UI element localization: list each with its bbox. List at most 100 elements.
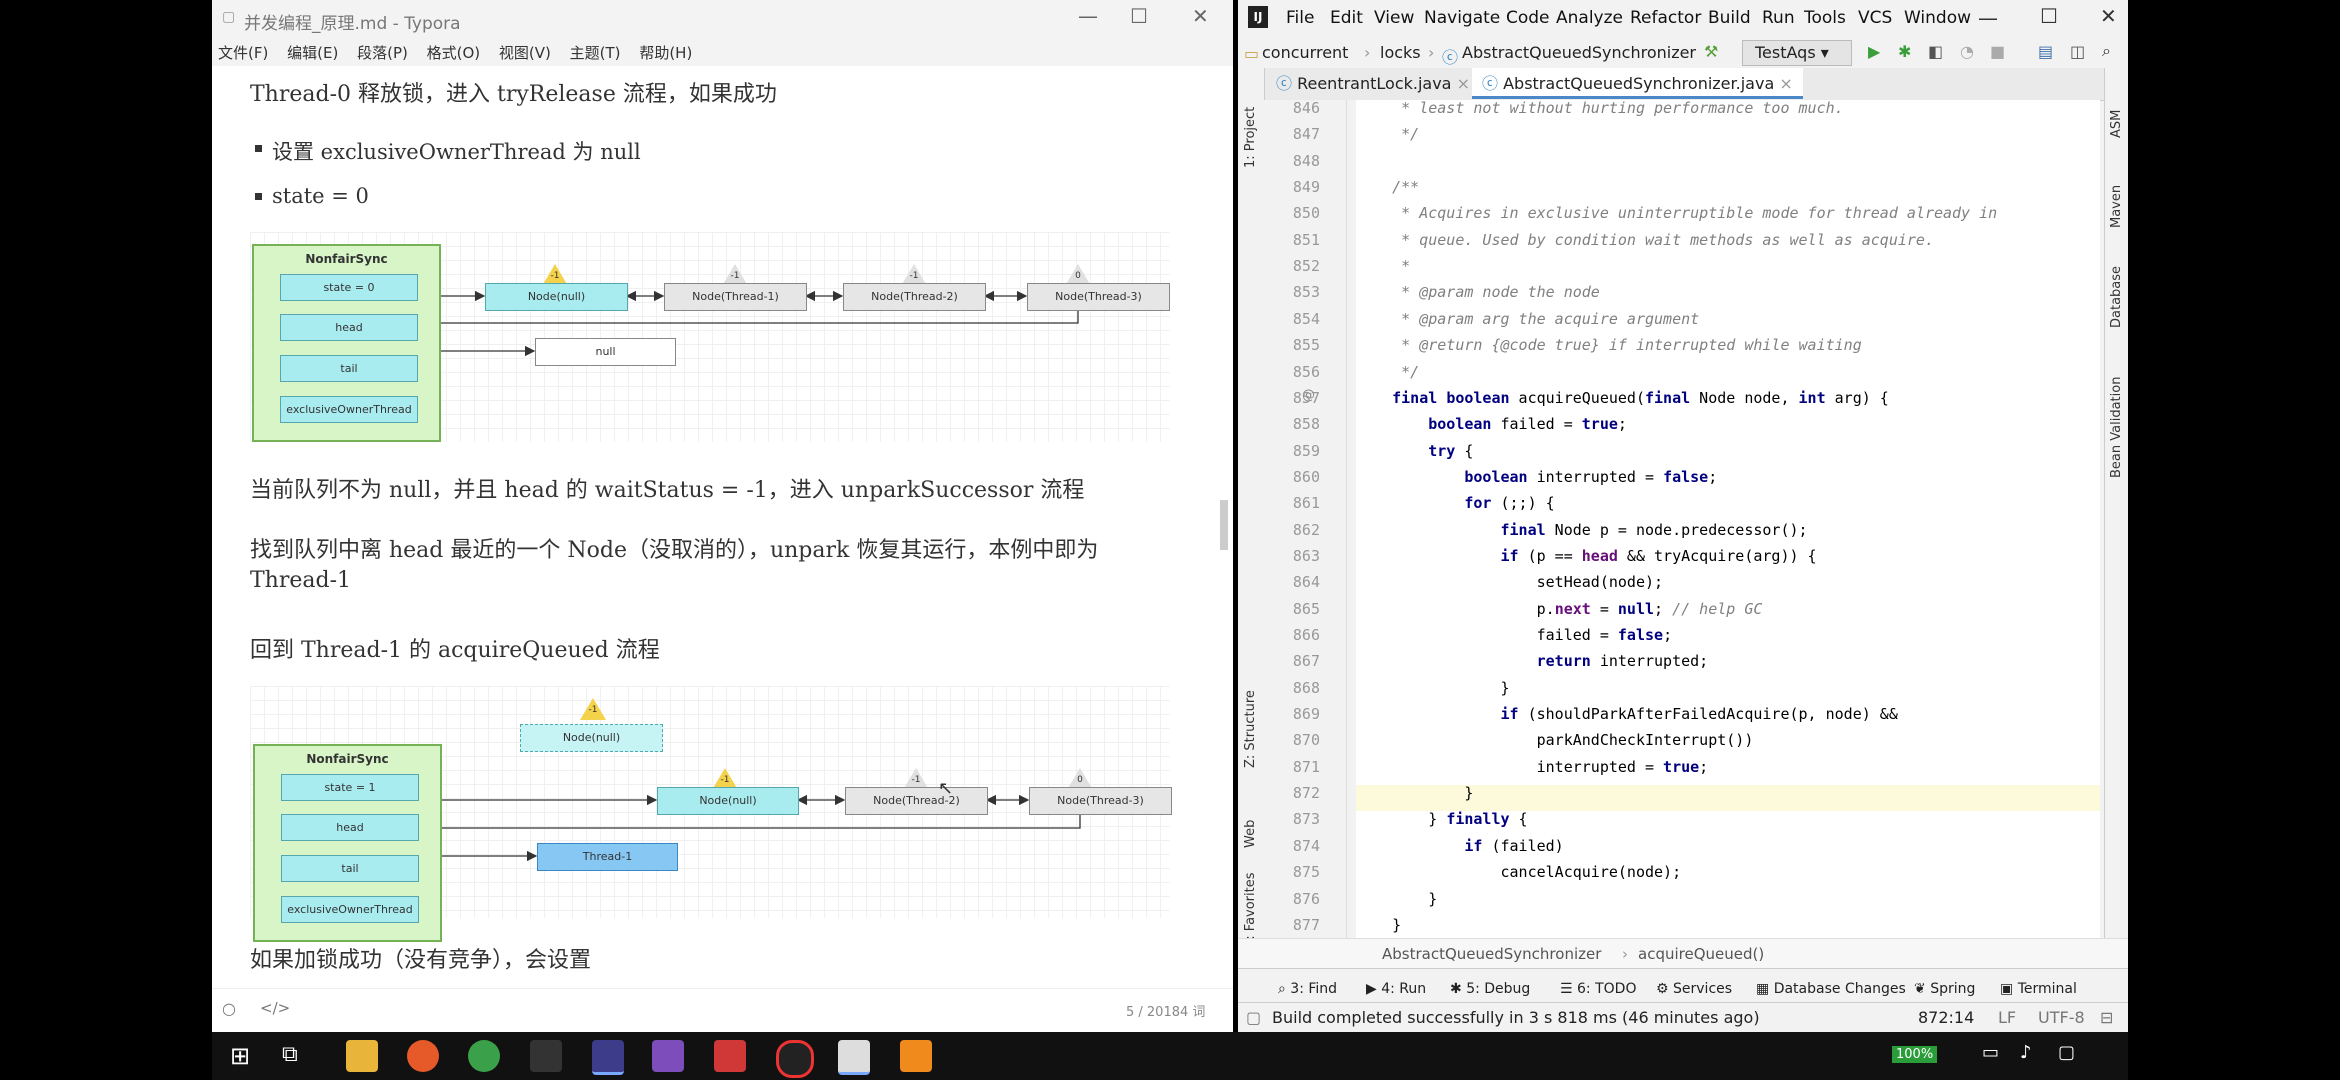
code-line[interactable]: if (failed) bbox=[1356, 833, 1563, 859]
minimize-icon[interactable]: — bbox=[1978, 6, 1998, 30]
menu-navigate[interactable]: Navigate bbox=[1424, 8, 1500, 28]
battery-indicator[interactable]: 100% bbox=[1892, 1046, 1938, 1063]
breadcrumb-item[interactable]: concurrent bbox=[1262, 43, 1348, 62]
menu-format[interactable]: 格式(O) bbox=[427, 42, 481, 63]
code-line[interactable]: } bbox=[1356, 912, 1401, 938]
menu-help[interactable]: 帮助(H) bbox=[639, 42, 692, 63]
maximize-icon[interactable]: ☐ bbox=[1130, 4, 1148, 28]
coverage-icon[interactable]: ◧ bbox=[1928, 42, 1943, 61]
structure-tool[interactable]: Z: Structure bbox=[1243, 690, 1258, 768]
file-explorer-icon[interactable] bbox=[346, 1040, 378, 1072]
layout-icon[interactable]: ◫ bbox=[2070, 42, 2085, 61]
menu-view[interactable]: View bbox=[1374, 8, 1414, 28]
windows-start-icon[interactable]: ⊞ bbox=[230, 1042, 250, 1070]
find-tool[interactable]: ⌕ 3: Find bbox=[1278, 981, 1337, 997]
bean-validation-tool[interactable]: Bean Validation bbox=[2109, 377, 2124, 478]
typora-scrollbar[interactable] bbox=[1220, 500, 1228, 550]
xmind-icon[interactable] bbox=[714, 1040, 746, 1072]
code-line[interactable]: } bbox=[1356, 886, 1437, 912]
code-line[interactable]: if (shouldParkAfterFailedAcquire(p, node… bbox=[1356, 701, 1898, 727]
menu-edit[interactable]: 编辑(E) bbox=[287, 42, 338, 63]
code-line[interactable]: failed = false; bbox=[1356, 622, 1672, 648]
favorites-tool[interactable]: 2: Favorites bbox=[1243, 872, 1258, 948]
caret-position[interactable]: 872:14 bbox=[1918, 1008, 1974, 1027]
code-line[interactable]: */ bbox=[1356, 121, 1419, 147]
build-status[interactable]: Build completed successfully in 3 s 818 … bbox=[1272, 1008, 1760, 1027]
code-line[interactable]: boolean interrupted = false; bbox=[1356, 464, 1717, 490]
spring-tool[interactable]: ❦ Spring bbox=[1914, 981, 1975, 997]
vlc-icon[interactable] bbox=[900, 1040, 932, 1072]
profile-icon[interactable]: ◔ bbox=[1960, 42, 1974, 61]
run-icon[interactable]: ▶ bbox=[1868, 42, 1880, 61]
menu-file[interactable]: 文件(F) bbox=[218, 42, 268, 63]
app-icon[interactable] bbox=[652, 1040, 684, 1072]
code-line[interactable]: final boolean acquireQueued(final Node n… bbox=[1356, 385, 1889, 411]
run-config-select[interactable]: TestAqs ▾ bbox=[1742, 40, 1852, 66]
menu-run[interactable]: Run bbox=[1762, 8, 1795, 28]
sidebar-toggle-icon[interactable]: ○ bbox=[222, 999, 236, 1018]
toolwindow-toggle-icon[interactable]: ▢ bbox=[1246, 1008, 1261, 1027]
menu-build[interactable]: Build bbox=[1708, 8, 1751, 28]
code-line[interactable]: if (p == head && tryAcquire(arg)) { bbox=[1356, 543, 1817, 569]
lock-icon[interactable]: ⊟ bbox=[2100, 1008, 2113, 1027]
typora-document[interactable]: Thread-0 释放锁，进入 tryRelease 流程，如果成功 设置 ex… bbox=[212, 66, 1233, 988]
code-line[interactable]: interrupted = true; bbox=[1356, 754, 1709, 780]
minimize-icon[interactable]: — bbox=[1078, 4, 1098, 28]
intellij-icon[interactable] bbox=[592, 1040, 624, 1075]
breadcrumb-method[interactable]: acquireQueued() bbox=[1638, 945, 1764, 963]
web-tool[interactable]: Web bbox=[1243, 820, 1258, 848]
volume-icon[interactable]: ♪ bbox=[2020, 1042, 2032, 1063]
task-view-icon[interactable]: ⧉ bbox=[282, 1042, 298, 1067]
terminal-icon[interactable] bbox=[530, 1040, 562, 1072]
menu-file[interactable]: File bbox=[1286, 8, 1314, 28]
code-line[interactable]: try { bbox=[1356, 438, 1473, 464]
menu-code[interactable]: Code bbox=[1506, 8, 1550, 28]
code-line[interactable]: * least not without hurting performance … bbox=[1356, 95, 1844, 121]
debug-icon[interactable]: ✱ bbox=[1898, 42, 1911, 61]
run-tool[interactable]: ▶ 4: Run bbox=[1366, 981, 1426, 997]
maven-tool[interactable]: Maven bbox=[2109, 185, 2124, 228]
database-tool[interactable]: Database bbox=[2109, 266, 2124, 328]
code-line[interactable]: /** bbox=[1356, 174, 1419, 200]
word-count[interactable]: 5 / 20184 词 bbox=[1126, 1001, 1205, 1020]
line-separator[interactable]: LF bbox=[1998, 1008, 2016, 1027]
code-line[interactable]: * @param node the node bbox=[1356, 279, 1600, 305]
code-line[interactable]: parkAndCheckInterrupt()) bbox=[1356, 727, 1754, 753]
code-line[interactable]: */ bbox=[1356, 359, 1419, 385]
chrome-icon[interactable] bbox=[468, 1040, 500, 1072]
breadcrumb-item[interactable]: AbstractQueuedSynchronizer bbox=[1462, 43, 1696, 62]
stop-icon[interactable]: ■ bbox=[1990, 42, 2005, 61]
file-encoding[interactable]: UTF-8 bbox=[2038, 1008, 2085, 1027]
typora-icon[interactable] bbox=[838, 1040, 870, 1075]
build-hammer-icon[interactable]: ⚒ bbox=[1704, 42, 1718, 61]
code-line[interactable]: boolean failed = true; bbox=[1356, 411, 1627, 437]
breadcrumb-class[interactable]: AbstractQueuedSynchronizer bbox=[1382, 945, 1601, 963]
code-line[interactable]: * Acquires in exclusive uninterruptible … bbox=[1356, 200, 1997, 226]
code-line[interactable]: } finally { bbox=[1356, 806, 1527, 832]
menu-edit[interactable]: Edit bbox=[1330, 8, 1363, 28]
code-line[interactable]: cancelAcquire(node); bbox=[1356, 859, 1681, 885]
close-icon[interactable]: ✕ bbox=[2100, 4, 2117, 28]
code-line[interactable]: setHead(node); bbox=[1356, 569, 1663, 595]
recorder-icon[interactable] bbox=[776, 1040, 814, 1078]
code-line[interactable]: * @return {@code true} if interrupted wh… bbox=[1356, 332, 1862, 358]
code-line[interactable]: } bbox=[1356, 780, 1473, 806]
menu-view[interactable]: 视图(V) bbox=[499, 42, 551, 63]
menu-theme[interactable]: 主题(T) bbox=[570, 42, 621, 63]
menu-tools[interactable]: Tools bbox=[1804, 8, 1846, 28]
close-icon[interactable]: ✕ bbox=[1192, 4, 1209, 28]
firefox-icon[interactable] bbox=[407, 1040, 439, 1072]
notification-icon[interactable]: ▢ bbox=[2058, 1042, 2075, 1063]
menu-window[interactable]: Window bbox=[1904, 8, 1971, 28]
todo-tool[interactable]: ☰ 6: TODO bbox=[1560, 981, 1636, 997]
code-line[interactable]: } bbox=[1356, 675, 1509, 701]
asm-tool[interactable]: ASM bbox=[2109, 110, 2124, 138]
menu-refactor[interactable]: Refactor bbox=[1630, 8, 1701, 28]
project-structure-icon[interactable]: ▤ bbox=[2038, 42, 2053, 61]
menu-vcs[interactable]: VCS bbox=[1858, 8, 1892, 28]
code-line[interactable]: * queue. Used by condition wait methods … bbox=[1356, 227, 1934, 253]
project-tool[interactable]: 1: Project bbox=[1243, 107, 1258, 168]
code-line[interactable]: for (;;) { bbox=[1356, 490, 1554, 516]
code-line[interactable]: return interrupted; bbox=[1356, 648, 1709, 674]
code-editor[interactable]: * least not without hurting performance … bbox=[1356, 99, 2100, 938]
